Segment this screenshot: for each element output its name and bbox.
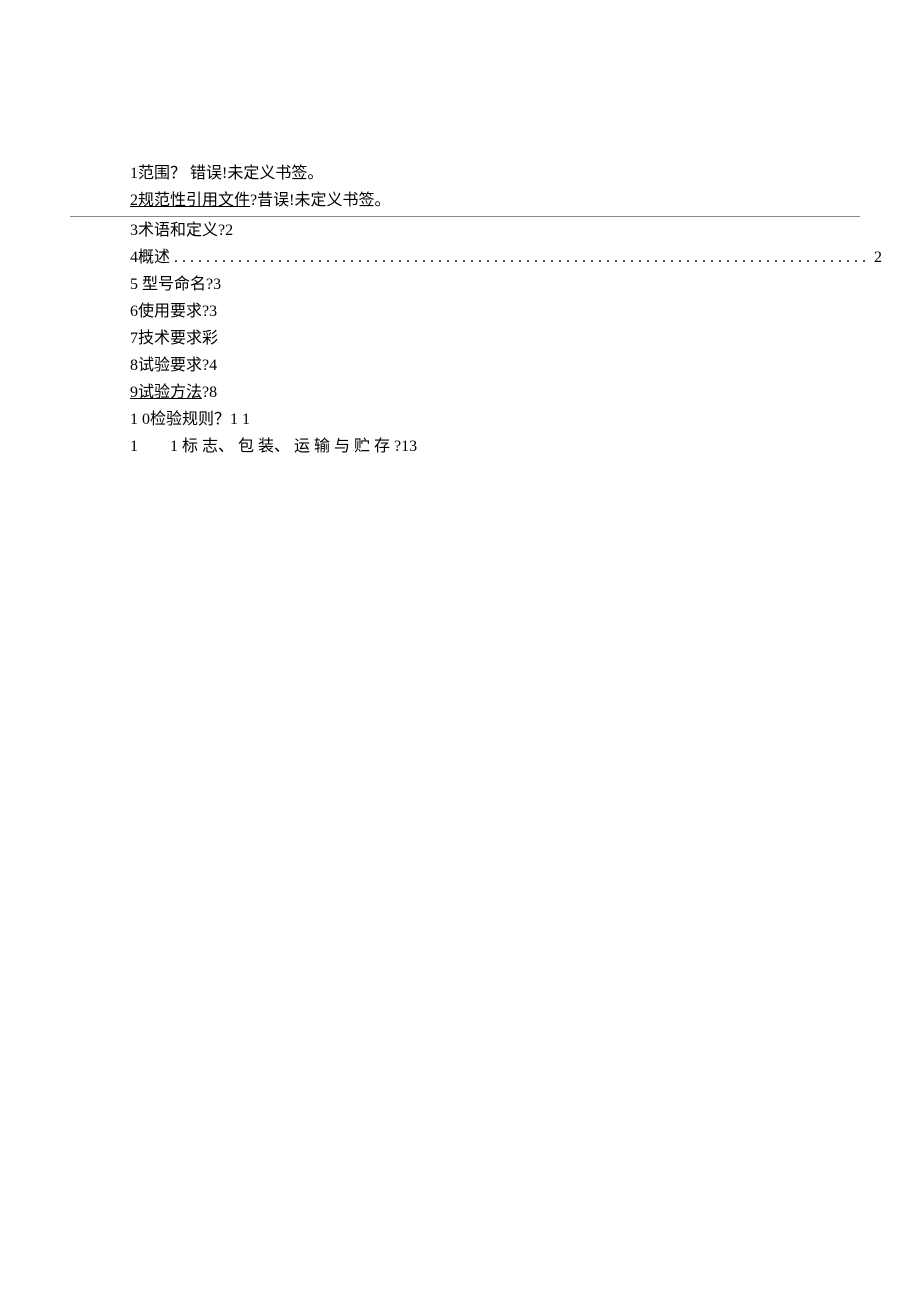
toc-page-number: 2 [874,249,882,266]
toc-text-rest: ?8 [202,384,217,401]
toc-entry-11: 1 1 标 志、 包 装、 运 输 与 贮 存 ?13 [130,435,850,459]
toc-text-rest: ?昔误!未定义书签。 [250,192,390,209]
document-page: 1范围？ 错误!未定义书签。 2规范性引用文件?昔误!未定义书签。 3术语和定义… [0,0,920,459]
toc-entry-6: 6使用要求?3 [130,300,850,324]
toc-entry-1: 1范围？ 错误!未定义书签。 [130,162,850,186]
toc-link-text: 2规范性引用文件 [130,192,250,209]
toc-text: 5 型号命名?3 [130,276,221,293]
toc-entry-3: 3术语和定义?2 [130,219,850,243]
toc-entry-5: 5 型号命名?3 [130,273,850,297]
toc-text: 6使用要求?3 [130,303,217,320]
toc-text: 3术语和定义?2 [130,222,233,239]
toc-text: 8试验要求?4 [130,357,217,374]
toc-entry-7: 7技术要求彩 [130,327,850,351]
toc-text-prefix: 4概述 [130,249,174,266]
toc-entry-10: 1 0检验规则？1 1 [130,408,850,432]
toc-text: 1范围？ 错误!未定义书签。 [130,165,323,182]
toc-leader-dots: . . . . . . . . . . . . . . . . . . . . … [174,246,866,270]
toc-text: 1 0检验规则？1 1 [130,411,250,428]
toc-entry-4: 4概述 . . . . . . . . . . . . . . . . . . … [130,246,850,270]
toc-entry-9: 9试验方法?8 [130,381,850,405]
toc-entry-2: 2规范性引用文件?昔误!未定义书签。 [130,189,850,213]
horizontal-rule [70,216,860,217]
toc-text: 7技术要求彩 [130,330,218,347]
toc-entry-8: 8试验要求?4 [130,354,850,378]
toc-text: 1 1 标 志、 包 装、 运 输 与 贮 存 ?13 [130,438,417,455]
toc-link-text: 9试验方法 [130,384,202,401]
